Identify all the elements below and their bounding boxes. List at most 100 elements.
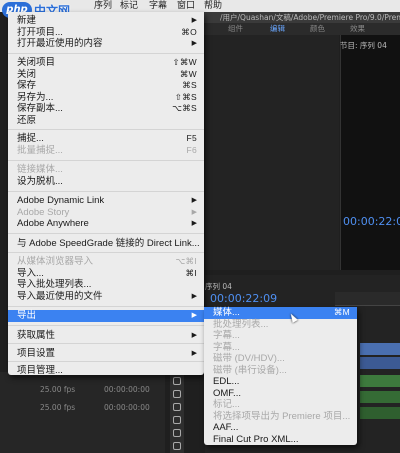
menu-item-label: 批量捕捉... [17, 144, 63, 156]
shortcut-label: ⌘I [185, 267, 197, 278]
video-clip[interactable] [360, 357, 400, 369]
shortcut-label: ⌥⌘S [172, 103, 197, 113]
menu-item-label: Adobe Dynamic Link [17, 195, 105, 206]
hand-tool-icon[interactable] [173, 442, 181, 450]
menu-separator [8, 343, 204, 344]
menu-item-11: 链接媒体... [8, 164, 204, 176]
menu-item-9[interactable]: 捕捉... F5 [8, 133, 204, 145]
menu-separator [8, 191, 204, 192]
menu-item-label: 导入批处理列表... [17, 279, 92, 290]
menu-window[interactable]: 窗口 [177, 0, 195, 12]
submenu-arrow-icon: ▶ [191, 332, 197, 339]
menu-item-19[interactable]: 导入批处理列表... [8, 279, 204, 291]
menu-item-8[interactable]: 还原 [8, 115, 204, 127]
list-item[interactable]: 25.00 fps 00:00:00:00 [0, 402, 165, 414]
menu-item-12[interactable]: 设为脱机... [8, 176, 204, 188]
shortcut-label: ⌘M [333, 307, 350, 317]
menu-item-label: 还原 [17, 114, 37, 126]
tab-assembly[interactable]: 组件 [228, 23, 243, 35]
menu-item-label: Final Cut Pro XML... [213, 433, 299, 445]
video-clip[interactable] [360, 343, 400, 355]
menu-title[interactable]: 字幕 [149, 0, 167, 12]
menu-item-label: 捕捉... [17, 133, 44, 144]
menu-help[interactable]: 帮助 [204, 0, 222, 12]
export-item-7[interactable]: OMF... [204, 388, 357, 400]
menu-item-15[interactable]: Adobe Anywhere ▶ [8, 218, 204, 230]
menu-item-label: 保存 [17, 80, 37, 91]
menu-item-14: Adobe Story ▶ [8, 207, 204, 219]
menu-item-label: AAF... [213, 422, 239, 433]
menu-item-6[interactable]: 另存为... ⇧⌘S [8, 92, 204, 104]
menu-item-13[interactable]: Adobe Dynamic Link ▶ [8, 195, 204, 207]
menu-item-label: 从媒体浏览器导入 [17, 256, 94, 267]
pen-tool-icon[interactable] [173, 429, 181, 437]
submenu-arrow-icon: ▶ [191, 220, 197, 227]
menu-item-1[interactable]: 打开项目... ⌘O [8, 27, 204, 39]
menu-item-5[interactable]: 保存 ⌘S [8, 80, 204, 92]
menu-item-22[interactable]: 获取属性 ▶ [8, 330, 204, 342]
menu-item-20[interactable]: 导入最近使用的文件 ▶ [8, 291, 204, 303]
razor-tool-icon[interactable] [173, 403, 181, 411]
menu-item-23[interactable]: 项目设置 ▶ [8, 348, 204, 360]
list-item[interactable]: 25.00 fps 00:00:00:00 [0, 384, 165, 396]
track-select-tool-icon[interactable] [173, 377, 181, 385]
menu-item-label: 将选择项导出为 Premiere 项目... [213, 410, 351, 422]
menu-item-label: 批处理列表... [213, 318, 269, 330]
shortcut-label: ⌘O [181, 26, 197, 37]
menu-item-7[interactable]: 保存副本... ⌥⌘S [8, 103, 204, 115]
menu-item-16[interactable]: 与 Adobe SpeedGrade 链接的 Direct Link... [8, 238, 204, 250]
program-timecode: 00:00:22:09 [343, 215, 400, 228]
audio-clip[interactable] [360, 407, 400, 419]
shortcut-label: ⌘S [182, 80, 197, 90]
menu-item-label: 磁带 (DV/HDV)... [213, 353, 285, 364]
menu-item-24[interactable]: 项目管理... [8, 365, 204, 377]
shortcut-label: ⇧⌘S [174, 91, 197, 102]
menu-item-label: 导出 [17, 310, 37, 321]
export-item-10[interactable]: AAF... [204, 422, 357, 434]
submenu-arrow-icon: ▶ [191, 292, 197, 300]
menu-item-4[interactable]: 关闭 ⌘W [8, 69, 204, 81]
project-list: 25.00 fps 00:00:00:00 25.00 fps 00:00:00… [0, 372, 165, 453]
shortcut-label: F5 [186, 133, 197, 143]
export-item-6[interactable]: EDL... [204, 376, 357, 388]
menu-separator [8, 325, 204, 326]
menu-marker[interactable]: 标记 [120, 0, 138, 12]
menu-item-label: 关闭项目 [17, 57, 56, 68]
timeline-ruler[interactable] [335, 292, 400, 306]
export-item-9: 将选择项导出为 Premiere 项目... [204, 411, 357, 423]
menu-item-18[interactable]: 导入... ⌘I [8, 268, 204, 280]
menu-item-label: OMF... [213, 387, 241, 399]
shortcut-label: ⇧⌘W [172, 57, 197, 67]
submenu-arrow-icon: ▶ [191, 40, 197, 47]
timeline-label: 序列 04 [205, 282, 232, 291]
menu-item-17: 从媒体浏览器导入 ⌥⌘I [8, 256, 204, 268]
menu-item-0[interactable]: 新建 ▶ [8, 15, 204, 27]
ripple-edit-tool-icon[interactable] [173, 390, 181, 398]
menu-item-label: 保存副本... [17, 103, 63, 114]
export-item-8: 标记... [204, 399, 357, 411]
menu-item-21[interactable]: 导出 ▶ [8, 310, 204, 322]
menu-item-3[interactable]: 关闭项目 ⇧⌘W [8, 57, 204, 69]
submenu-arrow-icon: ▶ [191, 17, 197, 24]
menu-item-label: 设为脱机... [17, 175, 63, 187]
program-monitor-label: 节目: 序列 04 [340, 41, 387, 50]
tab-color[interactable]: 颜色 [310, 23, 325, 35]
menu-item-label: 导入最近使用的文件 [17, 290, 103, 302]
menu-item-label: 关闭 [17, 68, 37, 80]
export-item-11[interactable]: Final Cut Pro XML... [204, 434, 357, 446]
audio-clip[interactable] [360, 375, 400, 387]
menu-separator [8, 306, 204, 307]
menu-item-2[interactable]: 打开最近使用的内容 ▶ [8, 38, 204, 50]
tab-editing[interactable]: 编辑 [270, 23, 285, 35]
slip-tool-icon[interactable] [173, 416, 181, 424]
export-item-1: 批处理列表... [204, 319, 357, 331]
menu-item-label: 另存为... [17, 91, 54, 103]
menu-item-10: 批量捕捉... F6 [8, 145, 204, 157]
menu-item-label: 媒体... [213, 307, 240, 318]
tab-effects[interactable]: 效果 [350, 23, 365, 35]
audio-clip[interactable] [360, 391, 400, 403]
submenu-arrow-icon: ▶ [191, 350, 197, 357]
export-item-0[interactable]: 媒体... ⌘M [204, 307, 357, 319]
menu-sequence[interactable]: 序列 [94, 0, 112, 12]
submenu-arrow-icon: ▶ [191, 197, 197, 204]
